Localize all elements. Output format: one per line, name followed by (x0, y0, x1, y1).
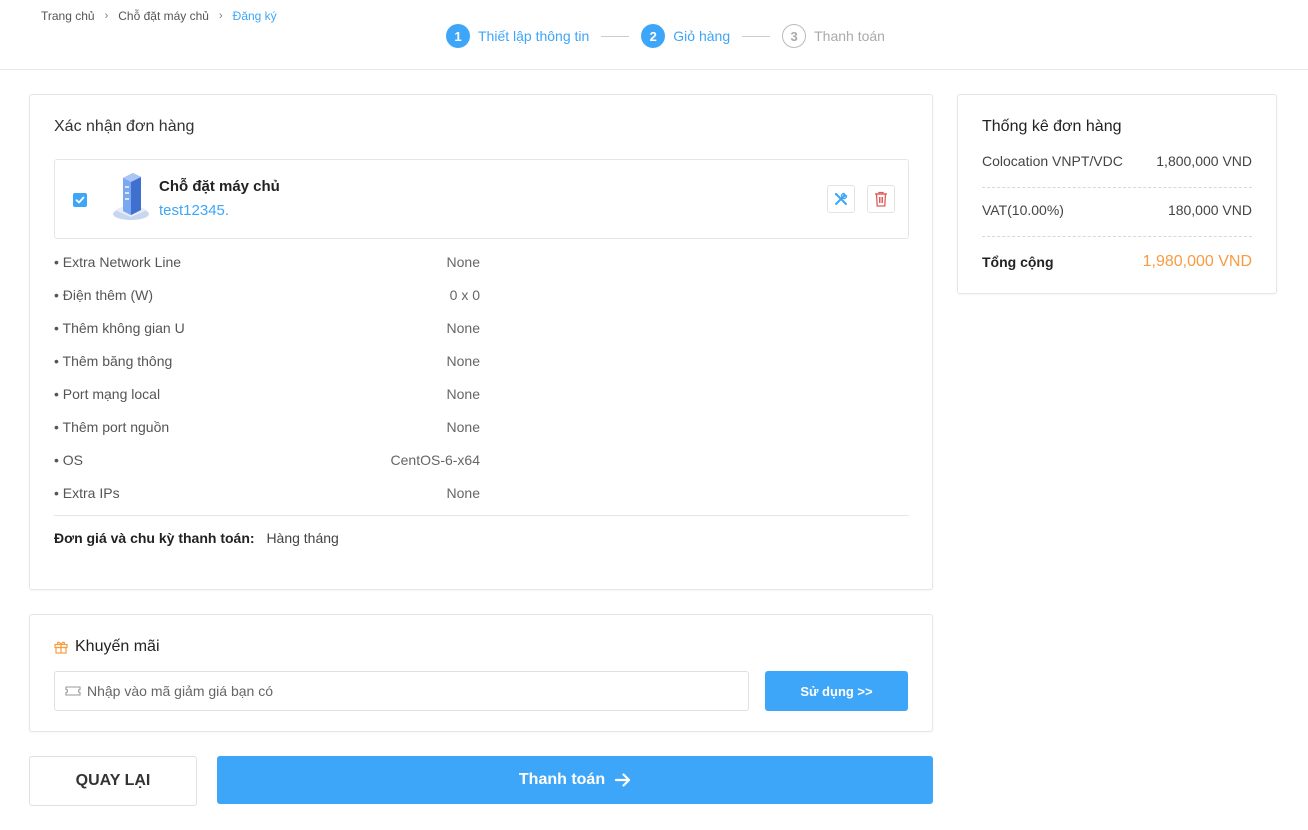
pay-button[interactable]: Thanh toán (217, 756, 933, 804)
summary-row: Colocation VNPT/VDC 1,800,000 VND (982, 153, 1252, 169)
divider (54, 515, 909, 516)
summary-total-label: Tổng cộng (982, 254, 1054, 270)
product-name: Chỗ đặt máy chủ (159, 178, 280, 195)
spec-value: 0 x 0 (449, 286, 480, 303)
back-button[interactable]: QUAY LẠI (29, 756, 197, 806)
step-connector (601, 35, 630, 37)
step-label: Giỏ hàng (673, 28, 731, 44)
step-setup: 1 Thiết lập thông tin (446, 24, 589, 48)
promo-code-field[interactable] (54, 671, 749, 711)
summary-item-label: VAT(10.00%) (982, 202, 1064, 218)
cart-item: Chỗ đặt máy chủ test12345. (54, 159, 909, 239)
delete-button[interactable] (867, 185, 895, 213)
summary-item-label: Colocation VNPT/VDC (982, 153, 1123, 169)
billing-cycle: Đơn giá và chu kỳ thanh toán: Hàng tháng (54, 530, 339, 546)
spec-label: • Thêm port nguồn (54, 418, 170, 435)
arrow-right-icon (615, 773, 631, 787)
order-confirmation-card: Xác nhận đơn hàng Chỗ đặt máy chủ test12… (29, 94, 933, 590)
spec-value: None (446, 385, 480, 402)
breadcrumb-home[interactable]: Trang chủ (41, 9, 95, 23)
checkout-steps: 1 Thiết lập thông tin 2 Giỏ hàng 3 Thanh… (446, 24, 885, 48)
pay-button-label: Thanh toán (518, 771, 606, 788)
spec-label: • Điện thêm (W) (54, 286, 154, 303)
step-cart: 2 Giỏ hàng (641, 24, 730, 48)
spec-label: • Extra IPs (54, 484, 120, 501)
spec-label: • OS (54, 451, 84, 468)
spec-value: None (446, 418, 480, 435)
ticket-icon (65, 686, 81, 696)
spec-row: • Điện thêm (W) 0 x 0 (54, 278, 480, 311)
spec-row: • Thêm port nguồn None (54, 410, 480, 443)
top-bar: Trang chủ › Chỗ đặt máy chủ › Đăng ký 1 … (0, 0, 1308, 70)
step-number: 2 (641, 24, 666, 48)
billing-cycle-value: Hàng tháng (266, 530, 339, 546)
breadcrumb-current: Đăng ký (232, 9, 277, 23)
billing-cycle-label: Đơn giá và chu kỳ thanh toán: (54, 530, 255, 546)
gift-icon (54, 641, 68, 654)
promo-title: Khuyến mãi (54, 638, 160, 656)
breadcrumb: Trang chủ › Chỗ đặt máy chủ › Đăng ký (41, 9, 277, 23)
spec-value: None (446, 253, 480, 270)
spec-value: CentOS-6-x64 (390, 451, 480, 468)
spec-label: • Thêm băng thông (54, 352, 173, 369)
spec-value: None (446, 319, 480, 336)
step-label: Thiết lập thông tin (478, 28, 590, 44)
spec-label: • Thêm không gian U (54, 319, 185, 336)
summary-item-value: 180,000 VND (1167, 202, 1252, 218)
apply-promo-button[interactable]: Sử dụng >> (765, 671, 908, 711)
order-title: Xác nhận đơn hàng (54, 118, 195, 135)
spec-row: • Extra Network Line None (54, 245, 480, 278)
promo-code-input[interactable] (87, 683, 687, 699)
breadcrumb-section[interactable]: Chỗ đặt máy chủ (118, 9, 209, 23)
spec-list: • Extra Network Line None • Điện thêm (W… (54, 245, 480, 509)
step-number: 1 (446, 24, 470, 48)
spec-row: • Port mạng local None (54, 377, 480, 410)
order-summary-card: Thống kê đơn hàng Colocation VNPT/VDC 1,… (957, 94, 1277, 294)
summary-row: VAT(10.00%) 180,000 VND (982, 202, 1252, 218)
step-number: 3 (782, 24, 807, 48)
chevron-right-icon: › (218, 10, 223, 22)
spec-value: None (446, 484, 480, 501)
summary-divider (982, 236, 1252, 237)
summary-item-value: 1,800,000 VND (1156, 153, 1252, 169)
configure-button[interactable] (827, 185, 855, 213)
trash-icon (875, 191, 887, 207)
step-payment: 3 Thanh toán (782, 24, 885, 48)
item-checkbox[interactable] (73, 193, 87, 207)
product-hostname[interactable]: test12345. (159, 202, 229, 219)
spec-label: • Extra Network Line (54, 253, 182, 270)
spec-row: • OS CentOS-6-x64 (54, 443, 480, 476)
summary-total-row: Tổng cộng 1,980,000 VND (982, 253, 1252, 271)
chevron-right-icon: › (104, 10, 109, 22)
step-connector (742, 35, 771, 37)
spec-label: • Port mạng local (54, 385, 161, 402)
check-icon (75, 196, 85, 204)
tools-icon (835, 192, 848, 205)
spec-row: • Thêm băng thông None (54, 344, 480, 377)
spec-row: • Extra IPs None (54, 476, 480, 509)
promo-card: Khuyến mãi Sử dụng >> (29, 614, 933, 732)
summary-total-value: 1,980,000 VND (1142, 253, 1252, 270)
step-label: Thanh toán (814, 28, 885, 44)
summary-divider (982, 187, 1252, 188)
summary-title: Thống kê đơn hàng (982, 118, 1122, 135)
spec-row: • Thêm không gian U None (54, 311, 480, 344)
promo-title-text: Khuyến mãi (75, 638, 160, 655)
spec-value: None (446, 352, 480, 369)
server-icon (111, 170, 151, 227)
